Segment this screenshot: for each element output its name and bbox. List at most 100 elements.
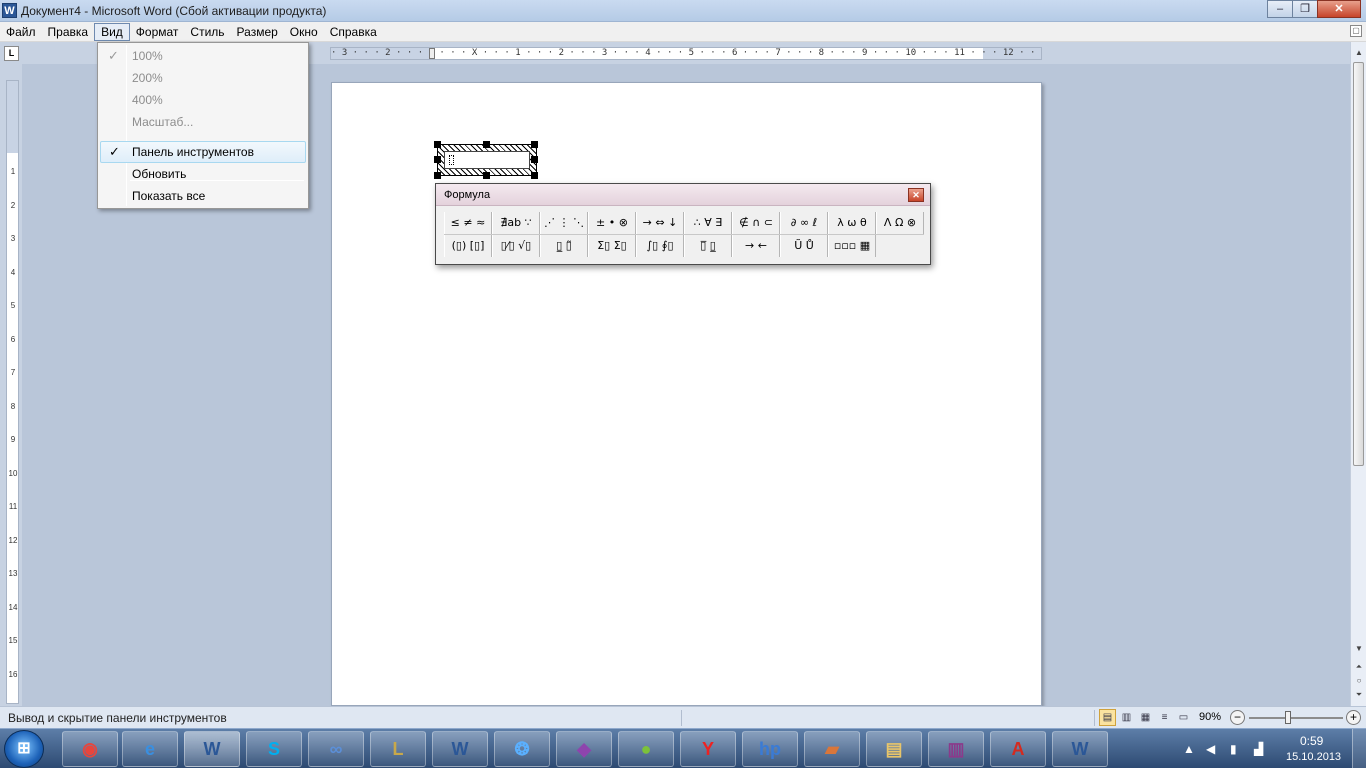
minimize-button[interactable]: – [1267,0,1293,18]
view-mode-icon[interactable]: ▤ [1099,709,1116,726]
taskbar-word-icon[interactable]: W [184,731,240,767]
formula-palette-button[interactable]: → ← [732,235,780,257]
previous-page-icon[interactable]: ⏶ [1352,660,1366,674]
clock-time[interactable]: 0:59 [1300,734,1323,748]
zoom-level[interactable]: 90% [1199,711,1221,723]
taskbar-word2-icon[interactable]: W [432,731,488,767]
clock-date[interactable]: 15.10.2013 [1286,751,1341,763]
vertical-ruler[interactable]: 1 2 3 4 5 6 7 8 9 10 11 12 13 14 15 16 [6,80,19,704]
view-mode-icon[interactable]: ▭ [1175,709,1192,726]
formula-palette-button[interactable]: ∴ ∀ ∃ [684,212,732,234]
tab-selector-icon[interactable]: L [4,46,19,61]
horizontal-ruler[interactable]: · 3 · · · 2 · · · 1 · · · X · · · 1 · · … [330,47,1042,60]
taskbar-skype-icon[interactable]: S [246,731,302,767]
taskbar-word-doc-icon[interactable]: W [1052,731,1108,767]
resize-handle[interactable] [531,141,538,148]
taskbar-yandex-icon[interactable]: Y [680,731,736,767]
resize-handle[interactable] [434,172,441,179]
taskbar-infinity-icon[interactable]: ∞ [308,731,364,767]
formula-palette-button[interactable]: ∉ ∩ ⊂ [732,212,780,234]
formula-palette-button[interactable]: (▯) [▯] [444,235,492,257]
scroll-down-arrow-icon[interactable]: ▼ [1352,642,1366,656]
taskbar-internet-explorer-icon[interactable]: e [122,731,178,767]
taskbar-acrobat-icon[interactable]: A [990,731,1046,767]
formula-palette-button[interactable]: ▯̲ ▯̃ [540,235,588,257]
view-menu-item[interactable]: ✓ Панель инструментов [100,141,306,163]
menu-item[interactable]: Справка [324,23,383,41]
formula-palette-button[interactable]: ± • ⊗ [588,212,636,234]
tray-volume-icon[interactable]: ◀ [1206,742,1215,756]
equation-input-area[interactable] [444,151,530,169]
view-mode-icon[interactable]: ▦ [1137,709,1154,726]
formula-palette-button[interactable]: → ⇔ ↓ [636,212,684,234]
formula-palette-button[interactable]: Σ▯ Σ▯ [588,235,636,257]
tray-expand-icon[interactable]: ▲ [1183,742,1195,756]
formula-palette-button[interactable]: ≤ ≠ ≈ [444,212,492,234]
vertical-scrollbar[interactable]: ▲ ▼ ⏶ ○ ⏷ [1350,42,1366,706]
taskbar-hp-icon[interactable]: hp [742,731,798,767]
menu-item[interactable]: Формат [130,23,185,41]
formula-palette-button[interactable]: ▯⁄▯ √▯ [492,235,540,257]
close-button[interactable]: ✕ [1317,0,1361,18]
view-mode-icon[interactable]: ▥ [1118,709,1135,726]
taskbar-league-icon[interactable]: L [370,731,426,767]
zoom-in-button[interactable]: + [1346,710,1361,725]
resize-handle[interactable] [434,141,441,148]
view-menu-item[interactable]: ✓ 100% [100,45,306,67]
vertical-ruler-number: 5 [10,301,16,310]
menu-item[interactable]: Окно [284,23,324,41]
view-menu-item[interactable]: Масштаб... [100,111,306,133]
resize-handle[interactable] [434,156,441,163]
show-desktop-button[interactable] [1352,729,1366,768]
taskbar-winrar-icon[interactable]: ▥ [928,731,984,767]
view-menu-item-label: Панель инструментов [132,145,254,159]
formula-palette-button[interactable]: ▫▫▫ ▦ [828,235,876,257]
taskbar-visual-studio-icon[interactable]: ◆ [556,731,612,767]
scroll-up-arrow-icon[interactable]: ▲ [1352,46,1366,60]
menu-item[interactable]: Размер [231,23,284,41]
maximize-button[interactable]: ❐ [1292,0,1318,18]
view-menu-item[interactable]: Показать все [100,185,306,207]
indent-marker[interactable] [429,48,435,59]
zoom-slider-thumb[interactable] [1285,711,1292,724]
restore-document-icon[interactable]: ▢ [1350,25,1362,37]
taskbar-explorer-icon[interactable]: ▤ [866,731,922,767]
formula-close-button[interactable]: ✕ [908,188,924,202]
taskbar-orb-icon[interactable]: ● [618,731,674,767]
resize-handle[interactable] [483,172,490,179]
zoom-out-button[interactable]: − [1230,710,1245,725]
formula-palette-button[interactable]: ∄ab ∵ [492,212,540,234]
select-browse-object-icon[interactable]: ○ [1352,674,1366,688]
formula-palette-button[interactable]: ∂ ∞ ℓ [780,212,828,234]
formula-toolbar-titlebar[interactable]: Формула ✕ [436,184,930,206]
taskbar-chrome-icon[interactable]: ◉ [62,731,118,767]
view-menu-item[interactable]: 200% [100,67,306,89]
formula-palette-button[interactable]: λ ω θ [828,212,876,234]
resize-handle[interactable] [531,156,538,163]
resize-handle[interactable] [531,172,538,179]
start-button[interactable]: ⊞ [4,730,44,768]
next-page-icon[interactable]: ⏷ [1352,688,1366,702]
scroll-thumb[interactable] [1353,62,1364,466]
formula-palette-button[interactable]: ⋰ ⋮ ⋱ [540,212,588,234]
view-menu-item[interactable]: Обновить [100,163,306,185]
tray-flag-icon[interactable]: ▮ [1230,742,1237,756]
menu-item[interactable]: Правка [42,23,95,41]
menu-item[interactable]: Вид [94,22,130,41]
taskbar-knot-icon[interactable]: ❂ [494,731,550,767]
vertical-ruler-number: 7 [10,368,16,377]
view-mode-icon[interactable]: ≡ [1156,709,1173,726]
formula-palette-button[interactable]: ▯̅ ▯̲ [684,235,732,257]
menu-item[interactable]: Стиль [184,23,230,41]
view-menu-item[interactable]: 400% [100,89,306,111]
taskbar-paint-icon[interactable]: ▰ [804,731,860,767]
formula-palette-button[interactable]: Λ Ω ⊗ [876,212,924,234]
formula-templates-row: (▯) [▯] ▯⁄▯ √▯ ▯̲ ▯̃ Σ▯ Σ▯ ∫▯ ∮▯ ▯̅ ▯̲ → ← Ũ Ů ▫… [444,235,876,257]
tray-network-icon[interactable]: ▟ [1254,742,1263,756]
zoom-slider-track[interactable] [1249,717,1343,719]
menu-item[interactable]: Файл [0,23,42,41]
formula-palette-button[interactable]: Ũ Ů [780,235,828,257]
formula-palette-button[interactable]: ∫▯ ∮▯ [636,235,684,257]
word-app-icon[interactable]: W [2,3,17,18]
resize-handle[interactable] [483,141,490,148]
